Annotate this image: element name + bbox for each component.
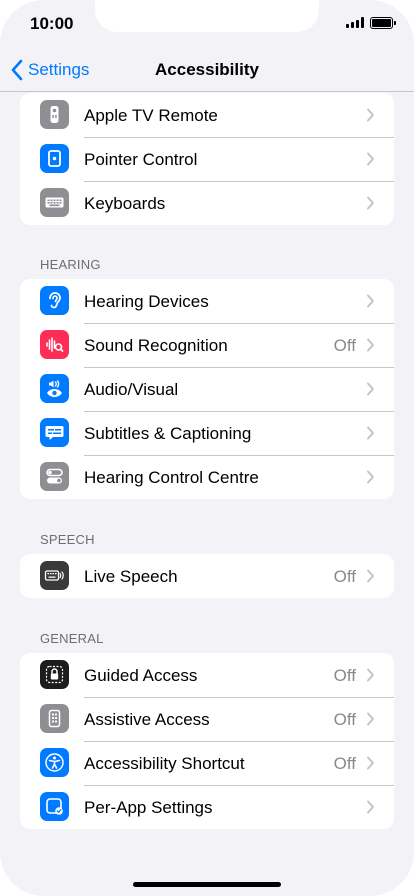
chevron-right-icon <box>367 196 374 210</box>
chevron-right-icon <box>367 294 374 308</box>
chevron-right-icon <box>367 569 374 583</box>
row-subtitles-captioning[interactable]: Subtitles & Captioning <box>20 411 394 455</box>
page-title: Accessibility <box>155 60 259 79</box>
row-label: Per-App Settings <box>84 798 213 817</box>
group-top: Apple TV Remote Pointer Control Keyboard… <box>20 93 394 225</box>
home-indicator[interactable] <box>133 882 281 887</box>
captions-icon <box>40 418 69 447</box>
row-label: Pointer Control <box>84 150 198 169</box>
keyboard-icon <box>40 188 69 217</box>
notch <box>95 0 319 32</box>
chevron-right-icon <box>367 426 374 440</box>
row-value: Off <box>333 336 356 355</box>
battery-icon <box>370 17 396 30</box>
row-label: Hearing Control Centre <box>84 468 259 487</box>
row-label: Accessibility Shortcut <box>84 754 245 773</box>
row-pointer-control[interactable]: Pointer Control <box>20 137 394 181</box>
chevron-right-icon <box>367 800 374 814</box>
chevron-right-icon <box>367 668 374 682</box>
row-sound-recognition[interactable]: Sound Recognition Off <box>20 323 394 367</box>
row-live-speech[interactable]: Live Speech Off <box>20 554 394 598</box>
status-bar: 10:00 <box>0 0 414 48</box>
signal-icon <box>346 17 364 28</box>
row-value: Off <box>333 567 356 586</box>
row-label: Sound Recognition <box>84 336 228 355</box>
accessibility-person-icon <box>40 748 69 777</box>
row-label: Hearing Devices <box>84 292 209 311</box>
row-value: Off <box>333 754 356 773</box>
section-header-general: GENERAL <box>40 631 104 646</box>
phone-screen: 10:00 Settings Accessibility Apple TV Re… <box>0 0 414 896</box>
row-guided-access[interactable]: Guided Access Off <box>20 653 394 697</box>
live-speech-keyboard-icon <box>40 561 69 590</box>
row-hearing-devices[interactable]: Hearing Devices <box>20 279 394 323</box>
chevron-right-icon <box>367 756 374 770</box>
row-keyboards[interactable]: Keyboards <box>20 181 394 225</box>
navigation-bar: Settings Accessibility <box>0 48 414 92</box>
section-header-speech: SPEECH <box>40 532 95 547</box>
row-label: Keyboards <box>84 194 166 213</box>
waveform-icon <box>40 330 69 359</box>
row-value: Off <box>333 710 356 729</box>
row-assistive-access[interactable]: Assistive Access Off <box>20 697 394 741</box>
chevron-right-icon <box>367 152 374 166</box>
chevron-right-icon <box>367 338 374 352</box>
chevron-right-icon <box>367 712 374 726</box>
app-settings-icon <box>40 792 69 821</box>
section-header-hearing: HEARING <box>40 257 101 272</box>
assistive-grid-icon <box>40 704 69 733</box>
row-audio-visual[interactable]: Audio/Visual <box>20 367 394 411</box>
chevron-right-icon <box>367 108 374 122</box>
group-hearing: Hearing Devices Sound Recognition Off Au… <box>20 279 394 499</box>
row-label: Live Speech <box>84 567 178 586</box>
toggles-icon <box>40 462 69 491</box>
row-per-app-settings[interactable]: Per-App Settings <box>20 785 394 829</box>
row-apple-tv-remote[interactable]: Apple TV Remote <box>20 93 394 137</box>
chevron-right-icon <box>367 470 374 484</box>
row-value: Off <box>333 666 356 685</box>
row-label: Subtitles & Captioning <box>84 424 252 443</box>
group-speech: Live Speech Off <box>20 554 394 598</box>
row-accessibility-shortcut[interactable]: Accessibility Shortcut Off <box>20 741 394 785</box>
lock-icon <box>40 660 69 689</box>
row-label: Apple TV Remote <box>84 106 218 125</box>
speaker-eye-icon <box>40 374 69 403</box>
row-label: Audio/Visual <box>84 380 179 399</box>
group-general: Guided Access Off Assistive Access Off A… <box>20 653 394 829</box>
status-time: 10:00 <box>30 14 74 33</box>
row-hearing-control-centre[interactable]: Hearing Control Centre <box>20 455 394 499</box>
ear-icon <box>40 286 69 315</box>
row-label: Guided Access <box>84 666 198 685</box>
remote-icon <box>40 100 69 129</box>
row-label: Assistive Access <box>84 710 210 729</box>
pointer-icon <box>40 144 69 173</box>
chevron-right-icon <box>367 382 374 396</box>
